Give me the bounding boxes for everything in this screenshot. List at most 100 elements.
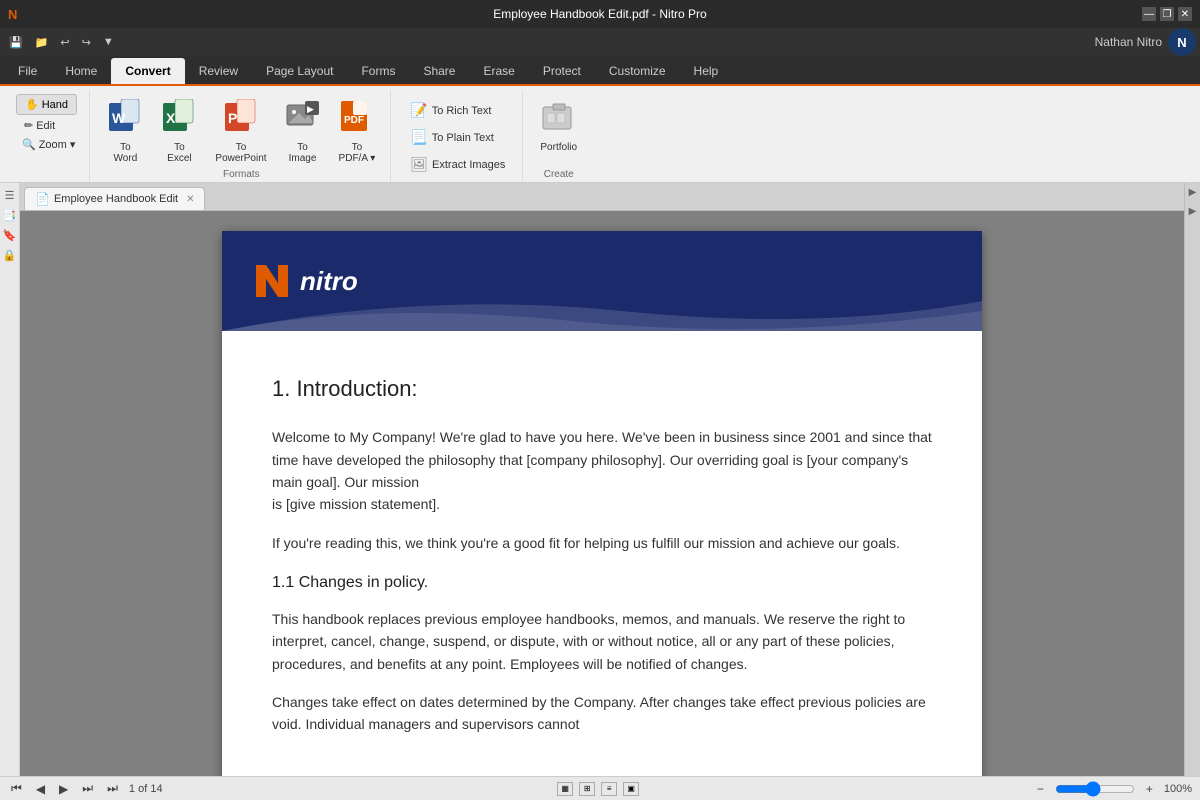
page-indicator: 1 of 14 bbox=[129, 783, 163, 795]
extract-images-button[interactable]: 🖼 Extract Images bbox=[401, 152, 514, 177]
next-frame-button[interactable]: ⏭ bbox=[79, 781, 96, 796]
zoom-level-label: 100% bbox=[1164, 783, 1192, 795]
status-center: ▦ ⊞ ≡ ▣ bbox=[556, 782, 640, 796]
status-left: ⏮ ◀ ▶ ⏭ ⏭ 1 of 14 bbox=[8, 781, 163, 796]
view-single-button[interactable]: ▦ bbox=[557, 782, 573, 796]
formats-group-label: Formats bbox=[223, 169, 260, 182]
edit-tool-button[interactable]: ✏ Edit bbox=[16, 117, 63, 134]
avatar[interactable]: N bbox=[1168, 28, 1196, 56]
qa-undo-button[interactable]: ↩ bbox=[55, 33, 74, 52]
qa-open-button[interactable]: 📁 bbox=[30, 33, 54, 52]
extract-images-label: Extract Images bbox=[432, 159, 505, 171]
svg-text:W: W bbox=[112, 110, 126, 126]
title-bar-title: Employee Handbook Edit.pdf - Nitro Pro bbox=[493, 7, 706, 21]
app-icon: N bbox=[8, 7, 17, 22]
text-group-content: 📝 To Rich Text 📃 To Plain Text 🖼 Extract… bbox=[401, 90, 514, 182]
zoom-in-button[interactable]: + bbox=[1143, 782, 1156, 796]
create-group-content: Portfolio bbox=[533, 90, 584, 169]
word-icon: W bbox=[107, 99, 143, 140]
pdf-viewer[interactable]: nitro 1. Introduction: Welcome to My Com… bbox=[20, 211, 1184, 776]
ribbon-toolbar: ✋ Hand ✏ Edit 🔍 Zoom ▾ bbox=[0, 86, 1200, 183]
title-bar-left: N bbox=[8, 7, 17, 22]
qa-settings-button[interactable]: ▼ bbox=[98, 33, 119, 51]
minimize-button[interactable]: — bbox=[1142, 7, 1156, 21]
hand-icon: ✋ bbox=[25, 98, 39, 111]
zoom-slider[interactable] bbox=[1055, 781, 1135, 797]
powerpoint-label: ToPowerPoint bbox=[215, 142, 266, 164]
plain-text-icon: 📃 bbox=[410, 129, 427, 146]
to-excel-button[interactable]: X ToExcel bbox=[154, 94, 204, 169]
doc-tab-icon: 📄 bbox=[35, 192, 50, 206]
last-page-button[interactable]: ⏭ bbox=[104, 781, 121, 796]
svg-text:PDF: PDF bbox=[344, 115, 364, 126]
pdf-banner: nitro bbox=[222, 231, 982, 331]
hand-tool-button[interactable]: ✋ Hand bbox=[16, 94, 77, 115]
hand-label: Hand bbox=[42, 99, 68, 111]
tab-file[interactable]: File bbox=[4, 58, 51, 84]
portfolio-button[interactable]: Portfolio bbox=[533, 94, 584, 158]
to-rich-text-button[interactable]: 📝 To Rich Text bbox=[401, 98, 514, 123]
pdf-page: nitro 1. Introduction: Welcome to My Com… bbox=[222, 231, 982, 776]
title-bar: N Employee Handbook Edit.pdf - Nitro Pro… bbox=[0, 0, 1200, 28]
pdf-paragraph-2: If you're reading this, we think you're … bbox=[272, 532, 932, 554]
tab-forms[interactable]: Forms bbox=[347, 58, 409, 84]
window-controls[interactable]: — ❐ ✕ bbox=[1142, 7, 1192, 21]
to-word-button[interactable]: W ToWord bbox=[100, 94, 150, 169]
main-area: ☰ 📑 🔖 🔒 📄 Employee Handbook Edit ✕ bbox=[0, 183, 1200, 776]
collapse-button-2[interactable]: ▶ bbox=[1187, 202, 1199, 221]
edit-label: Edit bbox=[36, 120, 55, 132]
zoom-icon: 🔍 bbox=[22, 138, 36, 151]
close-button[interactable]: ✕ bbox=[1178, 7, 1192, 21]
play-button[interactable]: ▶ bbox=[56, 782, 71, 796]
to-plain-text-button[interactable]: 📃 To Plain Text bbox=[401, 125, 514, 150]
tab-home[interactable]: Home bbox=[51, 58, 111, 84]
zoom-label: Zoom ▾ bbox=[39, 138, 76, 151]
sidebar-icon-3[interactable]: 🔖 bbox=[2, 227, 18, 243]
tab-share[interactable]: Share bbox=[409, 58, 469, 84]
title-bar-right: — ❐ ✕ bbox=[1142, 7, 1192, 21]
tab-protect[interactable]: Protect bbox=[529, 58, 595, 84]
doc-tab-label: Employee Handbook Edit bbox=[54, 193, 178, 205]
to-pdf-button[interactable]: PDF ToPDF/A ▾ bbox=[332, 94, 383, 169]
tab-erase[interactable]: Erase bbox=[469, 58, 528, 84]
first-page-button[interactable]: ⏮ bbox=[8, 781, 25, 796]
tab-customize[interactable]: Customize bbox=[595, 58, 680, 84]
ribbon-group-formats: W ToWord X ToExcel bbox=[92, 90, 391, 182]
pdf-label: ToPDF/A ▾ bbox=[339, 142, 376, 164]
image-label: ToImage bbox=[289, 142, 317, 164]
plain-text-label: To Plain Text bbox=[432, 132, 494, 144]
zoom-out-button[interactable]: − bbox=[1034, 782, 1047, 796]
tab-help[interactable]: Help bbox=[680, 58, 733, 84]
qa-redo-button[interactable]: ↪ bbox=[77, 33, 96, 52]
sidebar-icon-1[interactable]: ☰ bbox=[2, 187, 18, 203]
formats-group-content: W ToWord X ToExcel bbox=[100, 90, 382, 169]
sidebar-icon-2[interactable]: 📑 bbox=[2, 207, 18, 223]
to-powerpoint-button[interactable]: P ToPowerPoint bbox=[208, 94, 273, 169]
quick-access-toolbar: 💾 📁 ↩ ↪ ▼ Nathan Nitro N bbox=[0, 28, 1200, 56]
collapse-button[interactable]: ▶ bbox=[1187, 183, 1199, 202]
tab-convert[interactable]: Convert bbox=[111, 58, 184, 84]
view-grid-button[interactable]: ▣ bbox=[623, 782, 639, 796]
doc-tab-handbook[interactable]: 📄 Employee Handbook Edit ✕ bbox=[24, 187, 205, 210]
qa-save-button[interactable]: 💾 bbox=[4, 33, 28, 52]
ribbon-group-tools: ✋ Hand ✏ Edit 🔍 Zoom ▾ bbox=[8, 90, 90, 182]
view-double-button[interactable]: ⊞ bbox=[579, 782, 595, 796]
view-list-button[interactable]: ≡ bbox=[601, 782, 617, 796]
zoom-control-button[interactable]: 🔍 Zoom ▾ bbox=[16, 136, 81, 153]
restore-button[interactable]: ❐ bbox=[1160, 7, 1174, 21]
prev-page-button[interactable]: ◀ bbox=[33, 782, 48, 796]
current-page: 1 bbox=[129, 783, 135, 795]
svg-text:X: X bbox=[166, 110, 176, 126]
to-image-button[interactable]: ▶ ToImage bbox=[278, 94, 328, 169]
tools-group-content: ✋ Hand ✏ Edit 🔍 Zoom ▾ bbox=[16, 90, 81, 182]
rich-text-label: To Rich Text bbox=[432, 105, 492, 117]
excel-icon: X bbox=[161, 99, 197, 140]
extract-images-icon: 🖼 bbox=[410, 156, 428, 173]
sidebar-icon-4[interactable]: 🔒 bbox=[2, 247, 18, 263]
svg-text:P: P bbox=[228, 110, 237, 126]
left-sidebar: ☰ 📑 🔖 🔒 bbox=[0, 183, 20, 776]
pdf-content: 1. Introduction: Welcome to My Company! … bbox=[222, 331, 982, 776]
tab-page-layout[interactable]: Page Layout bbox=[252, 58, 347, 84]
doc-tab-close-button[interactable]: ✕ bbox=[186, 194, 194, 205]
tab-review[interactable]: Review bbox=[185, 58, 252, 84]
